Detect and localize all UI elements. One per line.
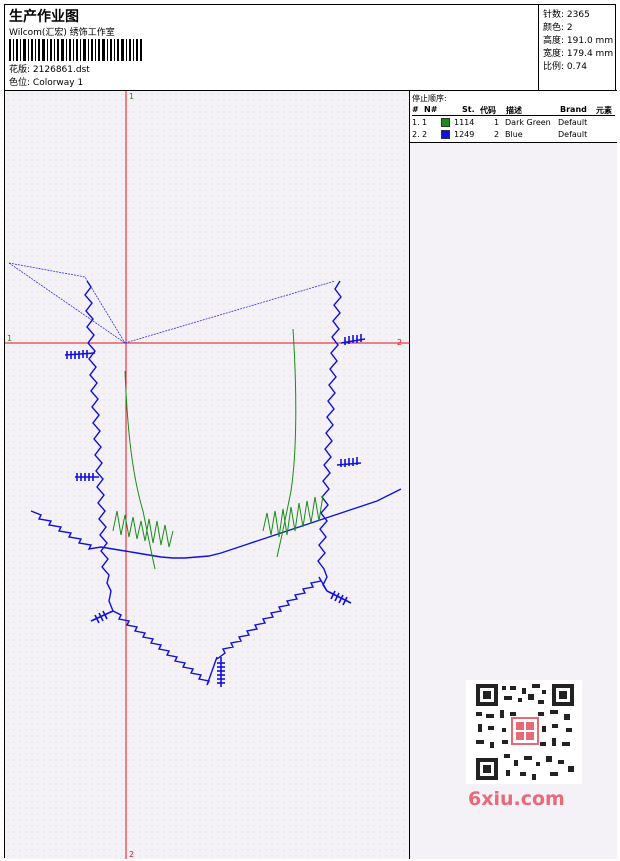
design-canvas[interactable]: 1 2 1 2: [5, 91, 410, 859]
stat-scale: 比例: 0.74: [543, 59, 587, 72]
color-swatch: [441, 118, 450, 127]
stop-sequence-title: 停止顺序:: [412, 94, 447, 103]
header-rule: [412, 115, 615, 116]
page-title: 生产作业图: [9, 9, 79, 25]
row-description: Dark Green: [505, 118, 551, 127]
row-description: Blue: [505, 130, 523, 139]
row-needle: 2: [422, 130, 428, 139]
row-stitches: 1249: [454, 130, 475, 139]
row-needle: 1: [422, 118, 428, 127]
stat-stitches-label: 针数:: [543, 10, 565, 20]
row-index: 2.: [412, 130, 420, 139]
axis-label-right: 2: [397, 338, 402, 347]
colorway-label: 色位:: [9, 78, 31, 88]
barcode: [9, 39, 142, 61]
design-file: 花版: 2126861.dst: [9, 62, 90, 75]
stop-sequence-table: 停止顺序: # N# St. 代码 描述 Brand 元素 1. 1 1114 …: [410, 91, 617, 143]
design-label: 花版:: [9, 65, 31, 75]
axis-label-left: 1: [7, 334, 12, 343]
row-brand: Default: [558, 130, 588, 139]
stat-colors-label: 颜色:: [543, 23, 565, 33]
colorway-value: Colorway 1: [32, 78, 84, 88]
color-swatch: [441, 130, 450, 139]
watermark-text: 6xiu.com: [468, 788, 565, 810]
stat-colors: 颜色: 2: [543, 20, 573, 33]
row-brand: Default: [558, 118, 588, 127]
stat-scale-value: 0.74: [566, 62, 587, 72]
stat-width-value: 179.4 mm: [566, 49, 614, 59]
row-code: 1: [494, 118, 500, 127]
stat-height-value: 191.0 mm: [566, 36, 614, 46]
embroidery-drawing: 1 2 1 2: [5, 91, 410, 859]
stat-stitches: 针数: 2365: [543, 7, 590, 20]
worksheet-header: 生产作业图 Wilcom(汇宏) 绣饰工作室 花版: 2126861.dst 色…: [5, 5, 617, 91]
studio-name: Wilcom(汇宏) 绣饰工作室: [9, 28, 115, 38]
col-brand: Brand: [560, 105, 587, 114]
qr-code-watermark: [466, 680, 582, 784]
colorway: 色位: Colorway 1: [9, 75, 83, 88]
row-index: 1.: [412, 118, 420, 127]
stat-stitches-value: 2365: [566, 10, 590, 20]
jump-lines: [8, 262, 336, 344]
col-index: #: [412, 105, 419, 114]
col-stitches: St.: [462, 105, 475, 114]
stats-box: 针数: 2365 颜色: 2 高度: 191.0 mm 宽度: 179.4 mm…: [538, 5, 617, 91]
stat-width: 宽度: 179.4 mm: [543, 46, 613, 59]
axis-label-bottom: 2: [129, 850, 134, 859]
stat-width-label: 宽度:: [543, 49, 565, 59]
blue-stitches: [30, 280, 402, 687]
design-filename: 2126861.dst: [32, 65, 90, 75]
row-code: 2: [494, 130, 500, 139]
stat-height: 高度: 191.0 mm: [543, 33, 613, 46]
row-stitches: 1114: [454, 118, 475, 127]
col-needle: N#: [424, 105, 438, 114]
axis-label-top: 1: [129, 92, 134, 101]
stat-height-label: 高度:: [543, 36, 565, 46]
stat-scale-label: 比例:: [543, 62, 565, 72]
stat-colors-value: 2: [566, 23, 573, 33]
green-stitches: [112, 328, 324, 570]
